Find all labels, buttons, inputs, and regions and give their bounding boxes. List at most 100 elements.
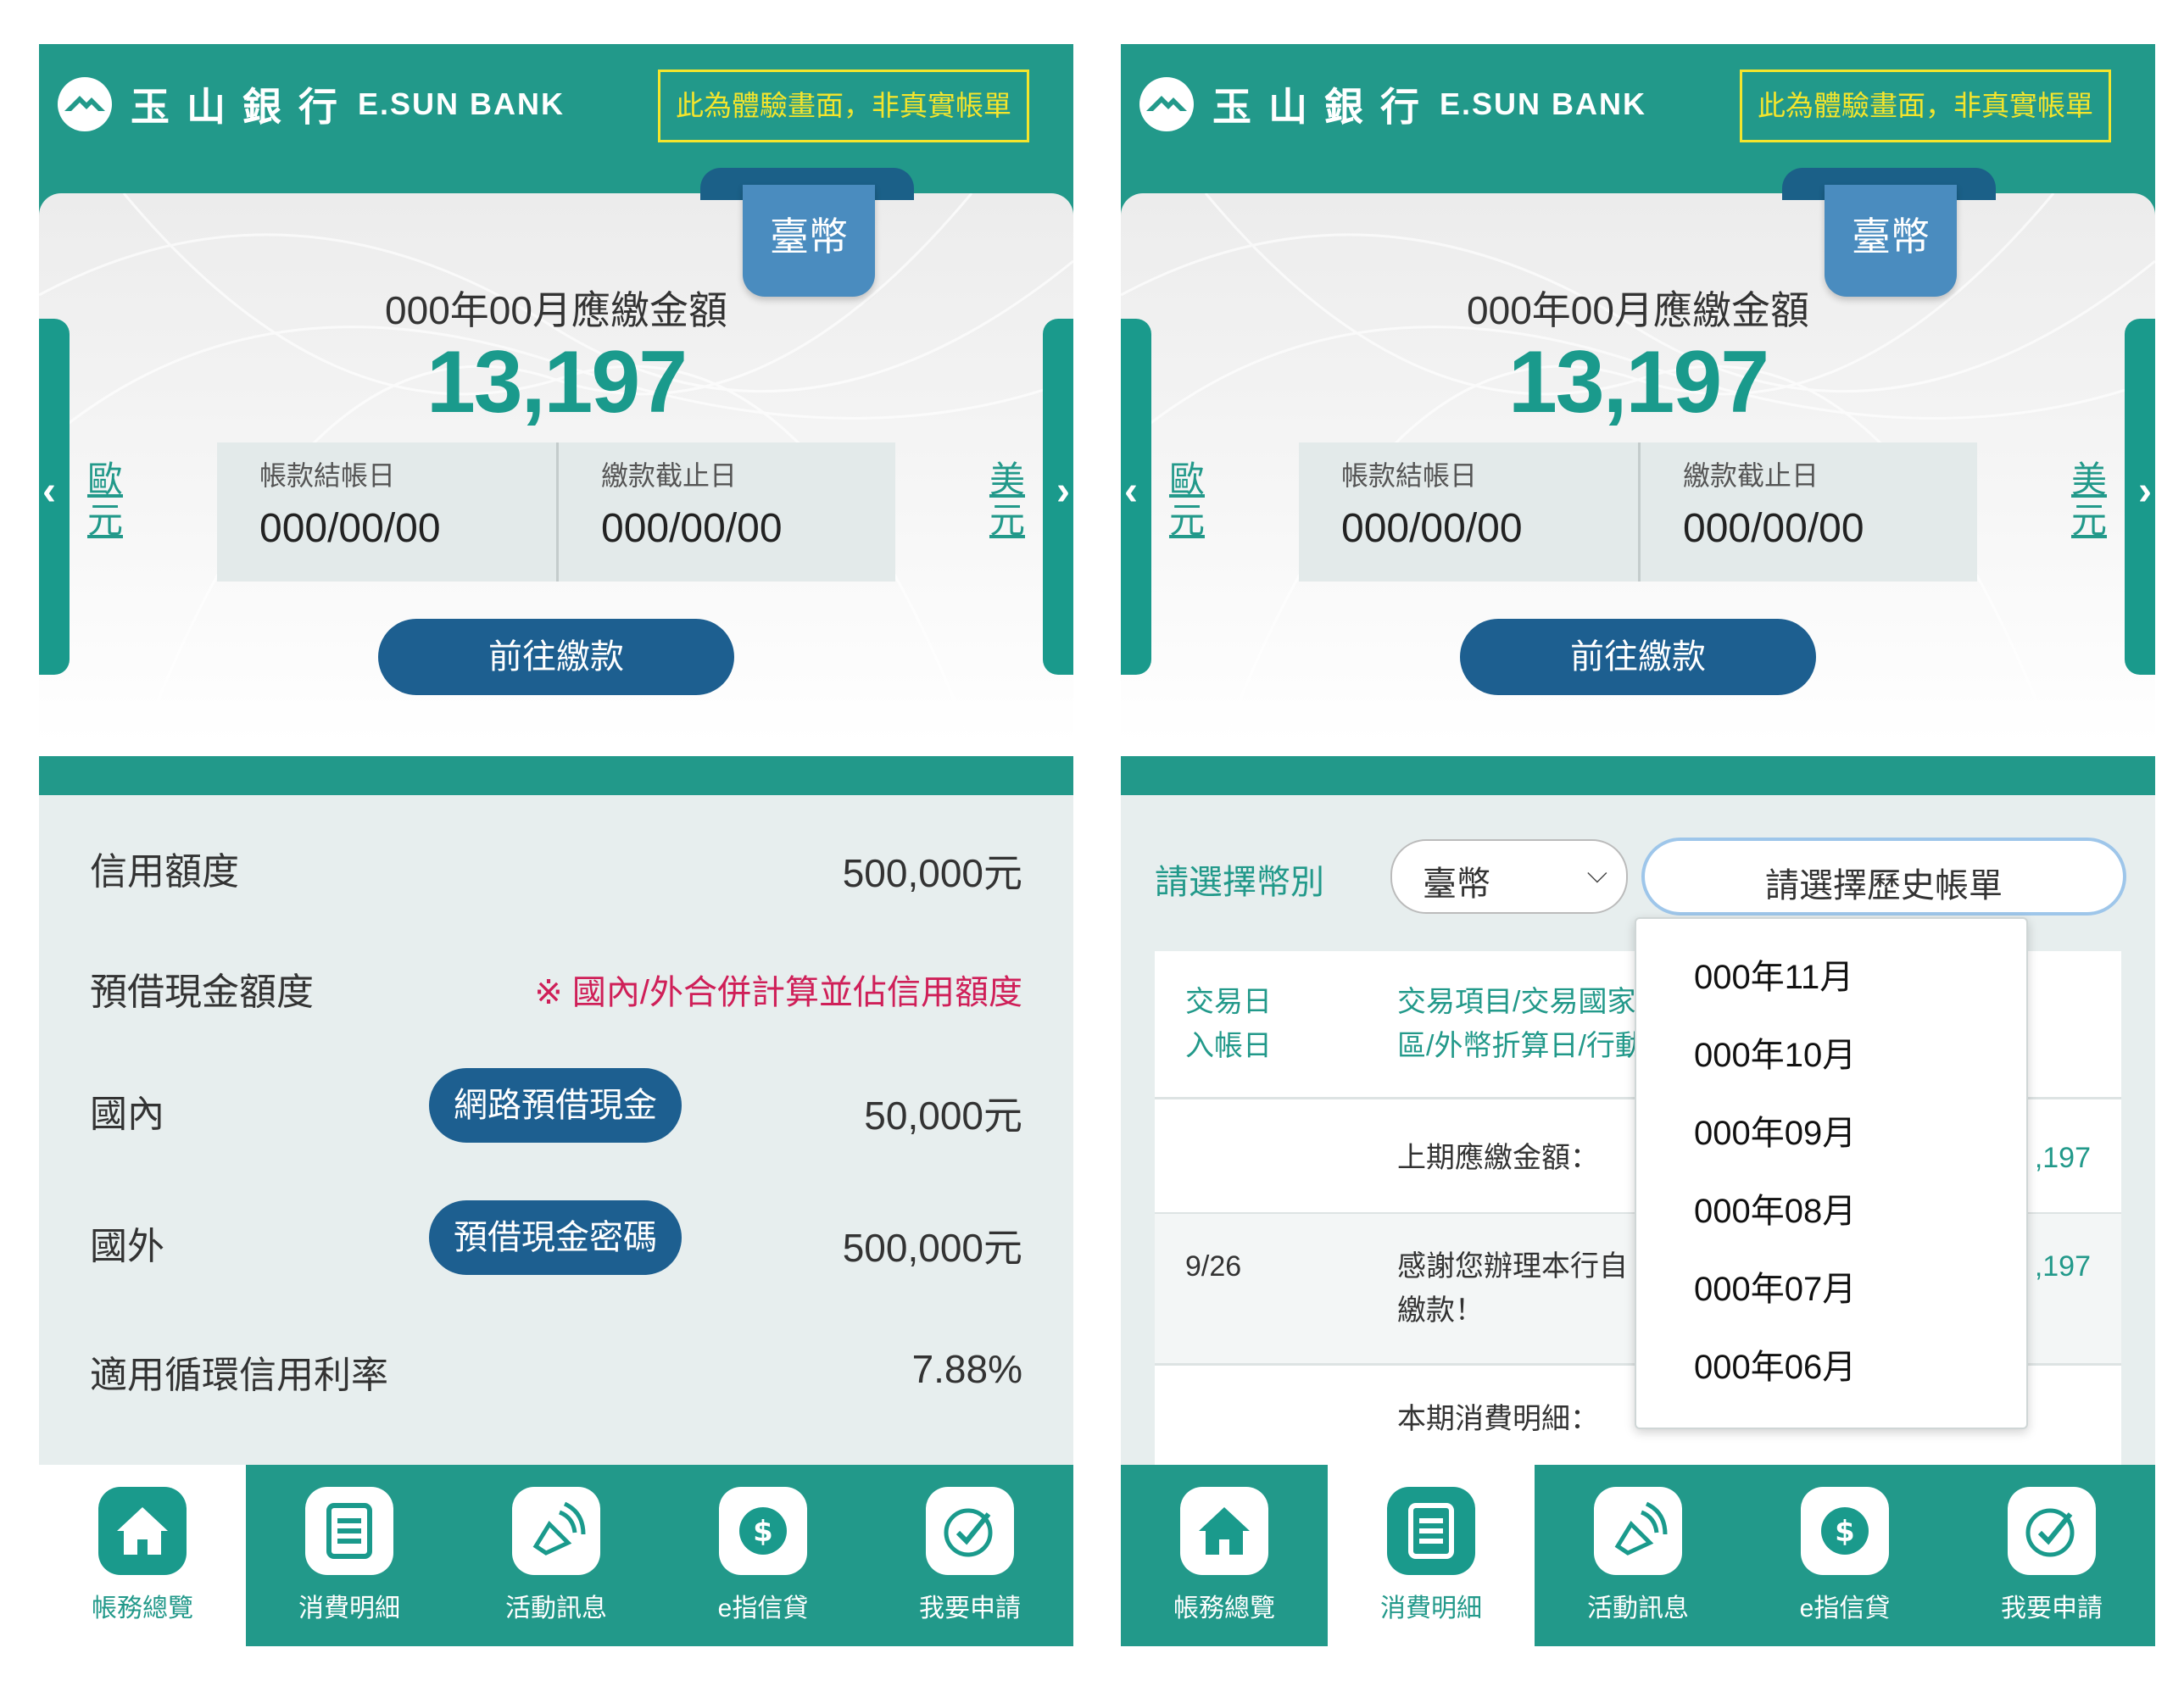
nav-tab-e-loan[interactable]: $ e指信貸 (660, 1465, 866, 1646)
history-option[interactable]: 000年07月 (1694, 1261, 1856, 1311)
interest-rate-value: 7.88% (911, 1347, 1022, 1391)
nav-tab-transactions[interactable]: 消費明細 (246, 1465, 453, 1646)
nav-label: 消費明細 (298, 1595, 400, 1622)
due-date-value: 000/00/00 (601, 506, 783, 551)
chevron-right-icon[interactable]: › (1056, 468, 1070, 515)
nav-tab-e-loan[interactable]: $ e指信貸 (1741, 1465, 1948, 1646)
section-divider-band (1121, 756, 2155, 795)
cash-advance-pin-button[interactable]: 預借現金密碼 (429, 1200, 682, 1275)
due-date-column: 繳款截止日 000/00/00 (556, 442, 896, 582)
history-option[interactable]: 000年08月 (1694, 1183, 1856, 1233)
foreign-label: 國外 (90, 1226, 164, 1267)
nav-label: 活動訊息 (505, 1595, 607, 1622)
demo-notice-badge: 此為體驗畫面，非真實帳單 (658, 70, 1029, 142)
document-icon (1387, 1487, 1475, 1575)
due-date-column: 繳款截止日 000/00/00 (1638, 442, 1978, 582)
history-option[interactable]: 000年09月 (1694, 1105, 1856, 1155)
row-description-cont: 繳款！ (1397, 1294, 1484, 1327)
cash-advance-row: 預借現金額度 ※ 國內/外合併計算並佔信用額度 (90, 946, 1022, 1022)
check-icon (926, 1487, 1014, 1575)
mountain-logo-icon (1139, 77, 1194, 131)
bank-name-cn: 玉山銀行 (131, 85, 354, 129)
chevron-left-icon[interactable]: ‹ (1124, 468, 1138, 515)
nav-label: 活動訊息 (1587, 1595, 1689, 1622)
nav-tab-promotions[interactable]: 活動訊息 (453, 1465, 660, 1646)
currency-select-value: 臺幣 (1423, 865, 1490, 903)
dollar-icon: $ (719, 1487, 807, 1575)
nav-label: e指信貸 (1799, 1595, 1891, 1622)
due-date-label: 繳款截止日 (1683, 460, 1819, 491)
header-item-cont: 區/外幣折算日/行動 (1397, 1030, 1644, 1062)
next-currency-label[interactable]: 美元 (2070, 459, 2108, 541)
due-date-label: 繳款截止日 (601, 460, 738, 491)
nav-label: e指信貸 (717, 1595, 809, 1622)
megaphone-icon (1594, 1487, 1682, 1575)
statement-dates-box: 帳款結帳日 000/00/00 繳款截止日 000/00/00 (1299, 442, 1977, 582)
bottom-nav: 帳務總覽 消費明細 活動訊息 $ e指信貸 我要申請 (1121, 1465, 2155, 1646)
next-currency-label[interactable]: 美元 (989, 459, 1026, 541)
chevron-down-icon: ⌵ (1586, 858, 1607, 888)
bank-name-cn: 玉山銀行 (1212, 85, 1436, 129)
check-icon (2008, 1487, 2096, 1575)
cash-advance-note: ※ 國內/外合併計算並佔信用額度 (534, 974, 1022, 1011)
statement-date-label: 帳款結帳日 (259, 460, 396, 491)
nav-label: 帳務總覽 (1173, 1595, 1275, 1622)
demo-notice-badge: 此為體驗畫面，非真實帳單 (1740, 70, 2111, 142)
header-item: 交易項目/交易國家 (1397, 986, 1636, 1018)
nav-tab-apply[interactable]: 我要申請 (1948, 1465, 2155, 1646)
row-date: 9/26 (1185, 1250, 1242, 1283)
dollar-icon: $ (1801, 1487, 1889, 1575)
megaphone-icon (512, 1487, 600, 1575)
due-amount-value: 13,197 (426, 333, 688, 431)
nav-tab-overview[interactable]: 帳務總覽 (39, 1465, 246, 1646)
credit-info-panel: 信用額度 500,000元 預借現金額度 ※ 國內/外合併計算並佔信用額度 國內… (39, 795, 1073, 1465)
bank-name-en: E.SUN BANK (1440, 86, 1647, 121)
transactions-screen: 玉山銀行 E.SUN BANK 此為體驗畫面，非真實帳單 臺幣 000年00月應… (1121, 44, 2155, 1646)
row-amount: ,197 (2034, 1250, 2091, 1283)
row-amount: ,197 (2034, 1142, 2091, 1174)
chevron-right-icon[interactable]: › (2138, 468, 2152, 515)
row-description: 上期應繳金額： (1397, 1142, 1599, 1174)
prev-currency-label[interactable]: 歐元 (86, 459, 124, 541)
nav-label: 我要申請 (2001, 1595, 2103, 1622)
row-description: 本期消費明細： (1397, 1403, 1599, 1435)
due-date-value: 000/00/00 (1683, 506, 1864, 551)
foreign-value: 500,000元 (842, 1226, 1022, 1270)
nav-tab-promotions[interactable]: 活動訊息 (1535, 1465, 1741, 1646)
history-select-placeholder: 請選擇歷史帳單 (1765, 867, 2003, 904)
credit-limit-value: 500,000元 (842, 851, 1022, 895)
nav-tab-transactions[interactable]: 消費明細 (1328, 1465, 1535, 1646)
currency-select-label: 請選擇幣別 (1155, 864, 1324, 901)
history-option[interactable]: 000年06月 (1694, 1339, 1856, 1389)
domestic-value: 50,000元 (864, 1094, 1022, 1138)
go-pay-button[interactable]: 前往繳款 (378, 619, 734, 695)
svg-text:$: $ (753, 1515, 773, 1549)
due-amount-value: 13,197 (1507, 333, 1769, 431)
statement-date-column: 帳款結帳日 000/00/00 (217, 442, 554, 582)
statement-details-panel: 請選擇幣別 臺幣 ⌵ 請選擇歷史帳單 交易日 入帳日 交易項目/交易國家 區/外… (1121, 795, 2155, 1465)
credit-limit-row: 信用額度 500,000元 (90, 826, 1022, 902)
history-statement-select[interactable]: 請選擇歷史帳單 (1641, 838, 2126, 916)
statement-date-column: 帳款結帳日 000/00/00 (1299, 442, 1636, 582)
foreign-row: 國外 預借現金密碼 500,000元 (90, 1200, 1022, 1277)
bank-logo: 玉山銀行 E.SUN BANK (1139, 76, 1646, 132)
header-posting-date: 入帳日 (1185, 1030, 1272, 1062)
nav-tab-apply[interactable]: 我要申請 (866, 1465, 1073, 1646)
header-transaction-date: 交易日 (1185, 986, 1272, 1018)
history-option[interactable]: 000年11月 (1694, 949, 1853, 999)
nav-label: 消費明細 (1380, 1595, 1482, 1622)
prev-currency-label[interactable]: 歐元 (1168, 459, 1206, 541)
chevron-left-icon[interactable]: ‹ (42, 468, 56, 515)
history-option[interactable]: 000年10月 (1694, 1027, 1856, 1077)
currency-select[interactable]: 臺幣 ⌵ (1390, 839, 1628, 914)
cash-advance-label: 預借現金額度 (90, 971, 314, 1013)
go-pay-button[interactable]: 前往繳款 (1460, 619, 1816, 695)
nav-label: 我要申請 (919, 1595, 1021, 1622)
bottom-nav: 帳務總覽 消費明細 活動訊息 $ e指信貸 我要申請 (39, 1465, 1073, 1646)
svg-text:$: $ (1835, 1515, 1855, 1549)
due-amount-title: 000年00月應繳金額 (1467, 288, 1809, 332)
account-overview-screen: 玉山銀行 E.SUN BANK 此為體驗畫面，非真實帳單 臺幣 000年00月應… (39, 44, 1073, 1646)
bank-name-en: E.SUN BANK (358, 86, 566, 121)
nav-tab-overview[interactable]: 帳務總覽 (1121, 1465, 1328, 1646)
online-cash-advance-button[interactable]: 網路預借現金 (429, 1068, 682, 1143)
